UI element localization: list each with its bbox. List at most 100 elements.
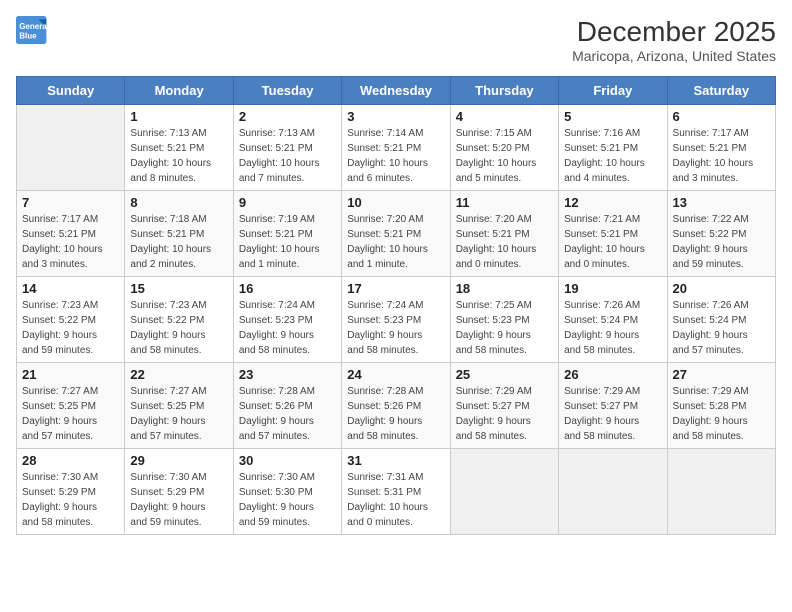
day-info: Sunrise: 7:24 AM Sunset: 5:23 PM Dayligh… bbox=[239, 298, 336, 358]
header-row: SundayMondayTuesdayWednesdayThursdayFrid… bbox=[17, 77, 776, 105]
day-number: 9 bbox=[239, 195, 336, 210]
day-info: Sunrise: 7:29 AM Sunset: 5:27 PM Dayligh… bbox=[456, 384, 553, 444]
day-number: 10 bbox=[347, 195, 444, 210]
day-number: 2 bbox=[239, 109, 336, 124]
day-info: Sunrise: 7:21 AM Sunset: 5:21 PM Dayligh… bbox=[564, 212, 661, 272]
day-number: 14 bbox=[22, 281, 119, 296]
day-number: 11 bbox=[456, 195, 553, 210]
day-info: Sunrise: 7:28 AM Sunset: 5:26 PM Dayligh… bbox=[239, 384, 336, 444]
day-info: Sunrise: 7:29 AM Sunset: 5:28 PM Dayligh… bbox=[673, 384, 770, 444]
day-info: Sunrise: 7:23 AM Sunset: 5:22 PM Dayligh… bbox=[22, 298, 119, 358]
day-number: 15 bbox=[130, 281, 227, 296]
calendar-title: December 2025 bbox=[572, 16, 776, 48]
day-cell: 1 Sunrise: 7:13 AM Sunset: 5:21 PM Daylig… bbox=[125, 105, 233, 191]
day-number: 23 bbox=[239, 367, 336, 382]
week-row-2: 7 Sunrise: 7:17 AM Sunset: 5:21 PM Daylig… bbox=[17, 191, 776, 277]
day-number: 21 bbox=[22, 367, 119, 382]
day-info: Sunrise: 7:28 AM Sunset: 5:26 PM Dayligh… bbox=[347, 384, 444, 444]
day-cell: 11 Sunrise: 7:20 AM Sunset: 5:21 PM Dayli… bbox=[450, 191, 558, 277]
day-info: Sunrise: 7:30 AM Sunset: 5:30 PM Dayligh… bbox=[239, 470, 336, 530]
day-number: 30 bbox=[239, 453, 336, 468]
day-info: Sunrise: 7:17 AM Sunset: 5:21 PM Dayligh… bbox=[22, 212, 119, 272]
day-info: Sunrise: 7:31 AM Sunset: 5:31 PM Dayligh… bbox=[347, 470, 444, 530]
day-cell: 9 Sunrise: 7:19 AM Sunset: 5:21 PM Daylig… bbox=[233, 191, 341, 277]
day-number: 8 bbox=[130, 195, 227, 210]
day-cell: 10 Sunrise: 7:20 AM Sunset: 5:21 PM Dayli… bbox=[342, 191, 450, 277]
logo-icon: General Blue bbox=[16, 16, 48, 44]
day-number: 27 bbox=[673, 367, 770, 382]
day-info: Sunrise: 7:13 AM Sunset: 5:21 PM Dayligh… bbox=[130, 126, 227, 186]
day-number: 29 bbox=[130, 453, 227, 468]
day-number: 5 bbox=[564, 109, 661, 124]
header: General Blue December 2025 Maricopa, Ari… bbox=[16, 16, 776, 64]
week-row-3: 14 Sunrise: 7:23 AM Sunset: 5:22 PM Dayli… bbox=[17, 277, 776, 363]
day-cell: 18 Sunrise: 7:25 AM Sunset: 5:23 PM Dayli… bbox=[450, 277, 558, 363]
day-cell: 23 Sunrise: 7:28 AM Sunset: 5:26 PM Dayli… bbox=[233, 363, 341, 449]
day-header-thursday: Thursday bbox=[450, 77, 558, 105]
day-number: 6 bbox=[673, 109, 770, 124]
day-number: 20 bbox=[673, 281, 770, 296]
day-header-wednesday: Wednesday bbox=[342, 77, 450, 105]
day-number: 25 bbox=[456, 367, 553, 382]
day-cell: 29 Sunrise: 7:30 AM Sunset: 5:29 PM Dayli… bbox=[125, 449, 233, 535]
day-cell: 27 Sunrise: 7:29 AM Sunset: 5:28 PM Dayli… bbox=[667, 363, 775, 449]
day-number: 18 bbox=[456, 281, 553, 296]
day-cell: 7 Sunrise: 7:17 AM Sunset: 5:21 PM Daylig… bbox=[17, 191, 125, 277]
day-info: Sunrise: 7:17 AM Sunset: 5:21 PM Dayligh… bbox=[673, 126, 770, 186]
day-info: Sunrise: 7:27 AM Sunset: 5:25 PM Dayligh… bbox=[22, 384, 119, 444]
day-header-sunday: Sunday bbox=[17, 77, 125, 105]
day-cell: 8 Sunrise: 7:18 AM Sunset: 5:21 PM Daylig… bbox=[125, 191, 233, 277]
day-cell: 20 Sunrise: 7:26 AM Sunset: 5:24 PM Dayli… bbox=[667, 277, 775, 363]
day-header-tuesday: Tuesday bbox=[233, 77, 341, 105]
day-info: Sunrise: 7:29 AM Sunset: 5:27 PM Dayligh… bbox=[564, 384, 661, 444]
day-cell bbox=[667, 449, 775, 535]
day-number: 7 bbox=[22, 195, 119, 210]
day-info: Sunrise: 7:22 AM Sunset: 5:22 PM Dayligh… bbox=[673, 212, 770, 272]
day-cell: 24Sunrise: 7:28 AM Sunset: 5:26 PM Dayli… bbox=[342, 363, 450, 449]
day-number: 12 bbox=[564, 195, 661, 210]
day-number: 3 bbox=[347, 109, 444, 124]
day-cell: 15Sunrise: 7:23 AM Sunset: 5:22 PM Dayli… bbox=[125, 277, 233, 363]
day-cell: 21 Sunrise: 7:27 AM Sunset: 5:25 PM Dayli… bbox=[17, 363, 125, 449]
day-info: Sunrise: 7:26 AM Sunset: 5:24 PM Dayligh… bbox=[673, 298, 770, 358]
day-number: 4 bbox=[456, 109, 553, 124]
title-area: December 2025 Maricopa, Arizona, United … bbox=[572, 16, 776, 64]
day-number: 26 bbox=[564, 367, 661, 382]
day-number: 1 bbox=[130, 109, 227, 124]
day-cell: 22Sunrise: 7:27 AM Sunset: 5:25 PM Dayli… bbox=[125, 363, 233, 449]
day-info: Sunrise: 7:15 AM Sunset: 5:20 PM Dayligh… bbox=[456, 126, 553, 186]
day-header-monday: Monday bbox=[125, 77, 233, 105]
day-number: 19 bbox=[564, 281, 661, 296]
week-row-5: 28Sunrise: 7:30 AM Sunset: 5:29 PM Dayli… bbox=[17, 449, 776, 535]
day-cell: 26 Sunrise: 7:29 AM Sunset: 5:27 PM Dayli… bbox=[559, 363, 667, 449]
day-cell: 12 Sunrise: 7:21 AM Sunset: 5:21 PM Dayli… bbox=[559, 191, 667, 277]
day-cell: 30 Sunrise: 7:30 AM Sunset: 5:30 PM Dayli… bbox=[233, 449, 341, 535]
day-cell: 3 Sunrise: 7:14 AM Sunset: 5:21 PM Daylig… bbox=[342, 105, 450, 191]
svg-text:General: General bbox=[19, 22, 48, 31]
day-info: Sunrise: 7:30 AM Sunset: 5:29 PM Dayligh… bbox=[130, 470, 227, 530]
day-cell: 25 Sunrise: 7:29 AM Sunset: 5:27 PM Dayli… bbox=[450, 363, 558, 449]
day-info: Sunrise: 7:14 AM Sunset: 5:21 PM Dayligh… bbox=[347, 126, 444, 186]
day-cell: 13 Sunrise: 7:22 AM Sunset: 5:22 PM Dayli… bbox=[667, 191, 775, 277]
svg-text:Blue: Blue bbox=[19, 31, 37, 40]
day-info: Sunrise: 7:19 AM Sunset: 5:21 PM Dayligh… bbox=[239, 212, 336, 272]
calendar-subtitle: Maricopa, Arizona, United States bbox=[572, 48, 776, 64]
day-number: 22 bbox=[130, 367, 227, 382]
day-cell: 4 Sunrise: 7:15 AM Sunset: 5:20 PM Daylig… bbox=[450, 105, 558, 191]
day-cell: 17Sunrise: 7:24 AM Sunset: 5:23 PM Dayli… bbox=[342, 277, 450, 363]
day-number: 13 bbox=[673, 195, 770, 210]
day-info: Sunrise: 7:20 AM Sunset: 5:21 PM Dayligh… bbox=[347, 212, 444, 272]
day-info: Sunrise: 7:20 AM Sunset: 5:21 PM Dayligh… bbox=[456, 212, 553, 272]
day-cell bbox=[17, 105, 125, 191]
day-header-friday: Friday bbox=[559, 77, 667, 105]
logo: General Blue bbox=[16, 16, 48, 44]
day-cell: 31 Sunrise: 7:31 AM Sunset: 5:31 PM Dayli… bbox=[342, 449, 450, 535]
day-info: Sunrise: 7:24 AM Sunset: 5:23 PM Dayligh… bbox=[347, 298, 444, 358]
calendar-table: SundayMondayTuesdayWednesdayThursdayFrid… bbox=[16, 76, 776, 535]
day-number: 31 bbox=[347, 453, 444, 468]
day-header-saturday: Saturday bbox=[667, 77, 775, 105]
day-cell: 19Sunrise: 7:26 AM Sunset: 5:24 PM Dayli… bbox=[559, 277, 667, 363]
day-info: Sunrise: 7:25 AM Sunset: 5:23 PM Dayligh… bbox=[456, 298, 553, 358]
day-info: Sunrise: 7:18 AM Sunset: 5:21 PM Dayligh… bbox=[130, 212, 227, 272]
day-cell: 28Sunrise: 7:30 AM Sunset: 5:29 PM Dayli… bbox=[17, 449, 125, 535]
